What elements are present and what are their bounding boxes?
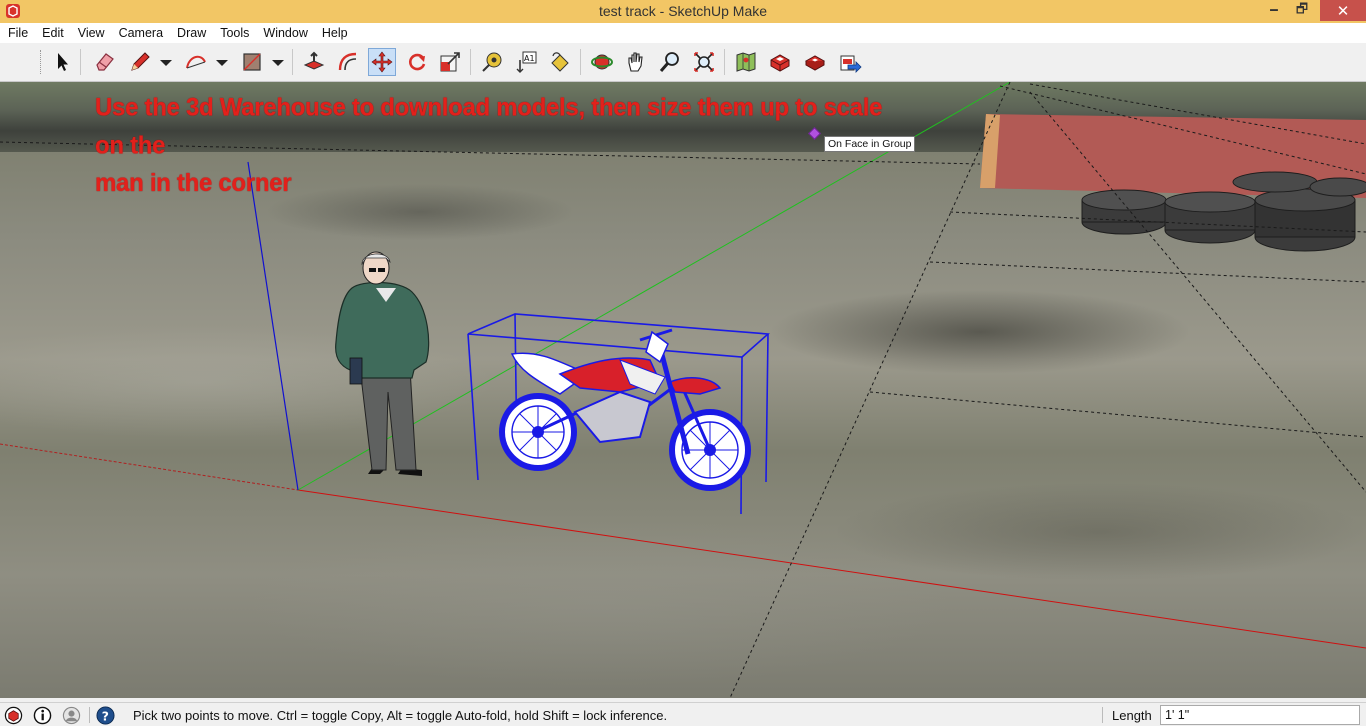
zoom-extents-tool-button[interactable] — [690, 48, 718, 76]
pencil-dropdown-arrow[interactable] — [160, 60, 172, 66]
3d-warehouse-icon — [770, 54, 790, 72]
close-button[interactable]: ✕ — [1320, 0, 1366, 21]
svg-text:?: ? — [102, 709, 109, 723]
instruction-annotation: Use the 3d Warehouse to download models,… — [95, 89, 895, 202]
instruction-line-1: Use the 3d Warehouse to download models,… — [95, 93, 883, 160]
offset-tool-icon — [338, 52, 357, 71]
text-tool-button[interactable]: A1 — [512, 48, 540, 76]
tape-measure-tool-icon — [482, 52, 502, 72]
model-viewport[interactable]: Use the 3d Warehouse to download models,… — [0, 82, 1366, 698]
push-pull-tool-button[interactable] — [300, 48, 328, 76]
tape-measure-tool-button[interactable] — [478, 48, 506, 76]
menu-help[interactable]: Help — [315, 23, 355, 43]
measurements-label: Length — [1112, 708, 1152, 723]
geo-location-icon[interactable] — [4, 706, 23, 725]
toolbar-grip[interactable] — [40, 50, 43, 74]
text-tool-icon: A1 — [516, 51, 537, 73]
pencil-line-tool-icon — [131, 52, 150, 71]
scale-figure-person — [335, 251, 430, 476]
arc-tool-icon — [186, 55, 206, 69]
3d-warehouse-button[interactable] — [766, 48, 794, 76]
credits-info-icon[interactable] — [33, 706, 52, 725]
rectangle-dropdown-arrow[interactable] — [272, 60, 284, 66]
menu-file[interactable]: File — [0, 23, 35, 43]
select-tool-icon — [58, 53, 68, 71]
pan-tool-icon — [628, 52, 643, 72]
rotate-tool-button[interactable] — [403, 48, 431, 76]
menu-camera[interactable]: Camera — [112, 23, 170, 43]
scale-tool-button[interactable] — [436, 48, 464, 76]
red-axis-line — [0, 443, 299, 491]
arc-dropdown-arrow[interactable] — [216, 60, 228, 66]
rectangle-tool-icon — [243, 53, 261, 71]
eraser-tool-button[interactable] — [91, 48, 119, 76]
eraser-tool-icon — [96, 53, 114, 71]
share-model-button[interactable] — [836, 48, 864, 76]
menu-view[interactable]: View — [71, 23, 112, 43]
title-bar: test track - SketchUp Make 🗕 🗗 ✕ — [0, 0, 1366, 23]
scale-tool-icon — [440, 52, 460, 72]
offset-tool-button[interactable] — [334, 48, 362, 76]
zoom-tool-button[interactable] — [656, 48, 684, 76]
instruction-line-2: man in the corner — [95, 169, 292, 198]
share-model-icon — [840, 55, 862, 73]
select-tool-button[interactable] — [48, 48, 76, 76]
toolbar: A1 — [0, 43, 1366, 130]
arc-tool-button[interactable] — [182, 48, 210, 76]
inference-tooltip: On Face in Group — [824, 136, 916, 152]
paint-bucket-tool-button[interactable] — [546, 48, 574, 76]
menu-edit[interactable]: Edit — [35, 23, 71, 43]
pan-tool-button[interactable] — [622, 48, 650, 76]
status-message: Pick two points to move. Ctrl = toggle C… — [133, 708, 668, 723]
orbit-tool-button[interactable] — [588, 48, 616, 76]
menu-draw[interactable]: Draw — [170, 23, 213, 43]
svg-text:A1: A1 — [524, 54, 535, 63]
user-account-icon[interactable] — [62, 706, 81, 725]
zoom-tool-icon — [659, 52, 679, 72]
push-pull-tool-icon — [303, 51, 325, 70]
rotate-tool-icon — [409, 53, 426, 71]
rectangle-tool-button[interactable] — [238, 48, 266, 76]
window-title: test track - SketchUp Make — [598, 3, 768, 19]
add-location-icon — [736, 52, 756, 72]
extension-warehouse-icon — [804, 55, 826, 71]
menu-bar: File Edit View Camera Draw Tools Window … — [0, 23, 1366, 43]
orbit-tool-icon — [591, 54, 613, 70]
help-icon[interactable]: ? — [96, 706, 115, 725]
measurements-input[interactable]: 1' 1" — [1160, 705, 1360, 725]
add-location-button[interactable] — [732, 48, 760, 76]
menu-window[interactable]: Window — [256, 23, 314, 43]
blue-axis-line — [247, 161, 299, 491]
move-tool-button[interactable] — [368, 48, 396, 76]
status-bar: ? Pick two points to move. Ctrl = toggle… — [0, 702, 1366, 726]
extension-warehouse-button[interactable] — [801, 48, 829, 76]
paint-bucket-tool-icon — [551, 52, 569, 72]
menu-tools[interactable]: Tools — [213, 23, 256, 43]
restore-button[interactable]: 🗗 — [1288, 0, 1316, 21]
zoom-extents-tool-icon — [694, 52, 714, 72]
pencil-tool-button[interactable] — [126, 48, 154, 76]
move-tool-icon — [371, 51, 393, 73]
minimize-button[interactable]: 🗕 — [1260, 0, 1288, 21]
red-axis-line-solid — [297, 489, 1366, 649]
